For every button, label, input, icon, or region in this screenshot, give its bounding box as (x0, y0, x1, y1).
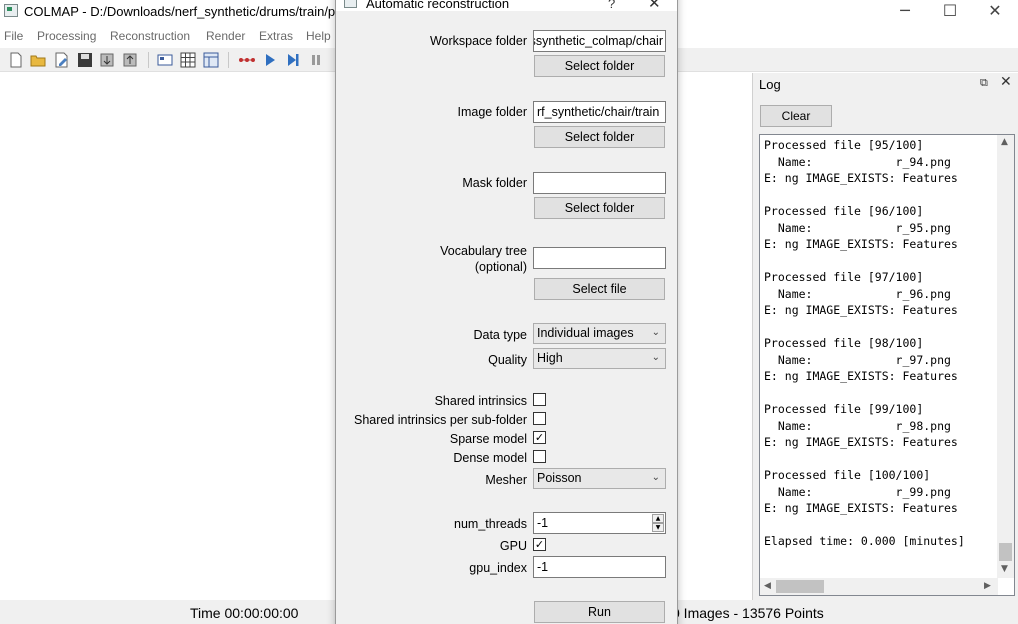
status-time: Time 00:00:00:00 (190, 605, 299, 621)
edit-project-icon[interactable] (54, 52, 70, 68)
feature-extraction-icon[interactable] (157, 52, 173, 68)
menu-processing[interactable]: Processing (37, 29, 96, 43)
close-window-button[interactable]: ✕ (972, 0, 1018, 24)
status-model-stats: 0 Images - 13576 Points (672, 605, 824, 621)
log-content: Processed file [95/100] Name: r_94.png E… (764, 138, 965, 548)
chevron-down-icon: ⌄ (651, 352, 660, 363)
gpu-label: GPU (499, 539, 527, 553)
reconstruction-options-icon[interactable] (238, 52, 255, 68)
log-text-area[interactable]: Processed file [95/100] Name: r_94.png E… (759, 134, 1015, 596)
run-button[interactable]: Run (534, 601, 665, 623)
mesher-label: Mesher (485, 473, 527, 487)
workspace-folder-label: Workspace folder (429, 34, 527, 48)
dialog-title: Automatic reconstruction (366, 0, 510, 11)
dense-model-checkbox[interactable] (533, 450, 546, 463)
scroll-down-icon[interactable]: ▼ (1001, 564, 1008, 574)
chevron-down-icon: ⌄ (651, 327, 660, 338)
save-project-icon[interactable] (77, 52, 93, 68)
vocabulary-tree-optional-label: (optional) (474, 260, 527, 274)
feature-matching-icon[interactable] (180, 52, 196, 68)
log-vertical-scroll-thumb[interactable] (999, 543, 1012, 561)
data-type-label: Data type (473, 328, 527, 342)
maximize-button[interactable]: ☐ (927, 0, 973, 24)
pause-reconstruction-icon[interactable] (308, 52, 324, 68)
step-reconstruction-icon[interactable] (285, 52, 301, 68)
quality-select[interactable]: High ⌄ (533, 348, 666, 369)
quality-label: Quality (488, 353, 527, 367)
select-vocabulary-file-button[interactable]: Select file (534, 278, 665, 300)
select-image-folder-button[interactable]: Select folder (534, 126, 665, 148)
scroll-up-icon[interactable]: ▲ (1001, 137, 1008, 147)
image-folder-input[interactable]: rf_synthetic/chair/train (533, 101, 666, 123)
open-project-icon[interactable] (30, 52, 46, 68)
sparse-model-checkbox[interactable]: ✓ (533, 431, 546, 444)
shared-intrinsics-label: Shared intrinsics (434, 394, 527, 408)
window-title: COLMAP - D:/Downloads/nerf_synthetic/dru… (24, 4, 347, 19)
start-reconstruction-icon[interactable] (262, 52, 278, 68)
database-management-icon[interactable] (203, 52, 219, 68)
data-type-select[interactable]: Individual images ⌄ (533, 323, 666, 344)
export-model-icon[interactable] (122, 52, 138, 68)
vocabulary-tree-label: Vocabulary tree (440, 244, 527, 258)
minimize-button[interactable]: ─ (882, 0, 928, 24)
clear-log-button[interactable]: Clear (760, 105, 832, 127)
menu-extras[interactable]: Extras (259, 29, 293, 43)
colmap-app-icon (4, 4, 18, 17)
num-threads-label: num_threads (454, 517, 527, 531)
close-dock-icon[interactable]: ✕ (1000, 74, 1012, 90)
shared-intrinsics-checkbox[interactable] (533, 393, 546, 406)
spin-down-icon[interactable]: ▼ (652, 523, 664, 532)
menu-reconstruction[interactable]: Reconstruction (110, 29, 190, 43)
quality-value: High (537, 351, 563, 365)
gpu-index-input[interactable]: -1 (533, 556, 666, 578)
mesher-value: Poisson (537, 471, 582, 485)
num-threads-value: -1 (537, 516, 549, 530)
toolbar-separator (148, 52, 149, 68)
mask-folder-label: Mask folder (462, 176, 527, 190)
image-folder-label: Image folder (457, 105, 527, 119)
mask-folder-input[interactable] (533, 172, 666, 194)
log-horizontal-scroll-thumb[interactable] (776, 580, 824, 593)
dialog-close-button[interactable]: ✕ (648, 0, 661, 12)
gpu-checkbox[interactable]: ✓ (533, 538, 546, 551)
vocabulary-tree-input[interactable] (533, 247, 666, 269)
menu-render[interactable]: Render (206, 29, 245, 43)
scroll-left-icon[interactable]: ◀ (764, 581, 771, 591)
dialog-help-button[interactable]: ? (608, 0, 615, 11)
dense-model-label: Dense model (453, 451, 527, 465)
import-model-icon[interactable] (99, 52, 115, 68)
dialog-titlebar: Automatic reconstruction ? ✕ (336, 0, 677, 12)
gpu-index-label: gpu_index (469, 561, 527, 575)
spin-up-icon[interactable]: ▲ (652, 514, 664, 523)
shared-intrinsics-per-subfolder-checkbox[interactable] (533, 412, 546, 425)
menu-help[interactable]: Help (306, 29, 331, 43)
log-panel-title: Log (759, 77, 781, 92)
toolbar-separator (228, 52, 229, 68)
dialog-app-icon (344, 0, 357, 8)
mesher-select[interactable]: Poisson ⌄ (533, 468, 666, 489)
log-horizontal-scrollbar[interactable]: ◀ ▶ (760, 578, 998, 595)
automatic-reconstruction-dialog: Automatic reconstruction ? ✕ Workspace f… (335, 0, 678, 624)
new-project-icon[interactable] (8, 52, 24, 68)
select-workspace-folder-button[interactable]: Select folder (534, 55, 665, 77)
menu-file[interactable]: File (4, 29, 23, 43)
log-dock-panel: Log ⧉ ✕ Clear Processed file [95/100] Na… (752, 73, 1018, 600)
data-type-value: Individual images (537, 326, 634, 340)
workspace-folder-input[interactable]: ssynthetic_colmap/chair (533, 30, 666, 52)
scroll-right-icon[interactable]: ▶ (984, 581, 991, 591)
log-vertical-scrollbar[interactable]: ▲ ▼ (997, 135, 1014, 578)
num-threads-spinbox[interactable]: -1 ▲ ▼ (533, 512, 666, 534)
float-dock-icon[interactable]: ⧉ (980, 76, 988, 90)
select-mask-folder-button[interactable]: Select folder (534, 197, 665, 219)
sparse-model-label: Sparse model (449, 432, 527, 446)
shared-intrinsics-per-subfolder-label: Shared intrinsics per sub-folder (354, 413, 527, 427)
chevron-down-icon: ⌄ (651, 472, 660, 483)
